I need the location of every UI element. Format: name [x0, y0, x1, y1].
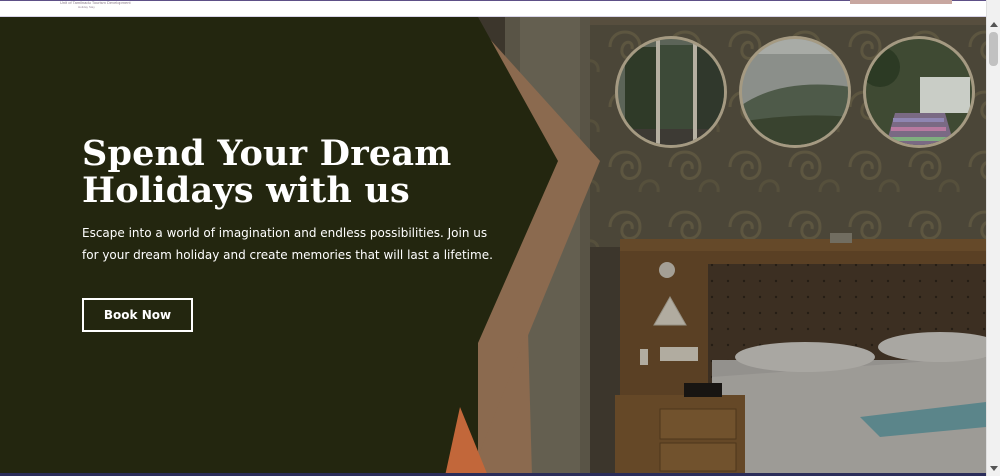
scroll-up-arrow-icon[interactable] [990, 22, 998, 27]
header-cta-button[interactable] [850, 0, 952, 4]
hero-section: Spend Your Dream Holidays with us Escape… [0, 17, 986, 476]
gallery-thumb-2 [739, 36, 851, 148]
hero-title-line-1: Spend Your Dream [82, 133, 452, 174]
header-top-line [0, 0, 986, 1]
hero-title: Spend Your Dream Holidays with us [82, 135, 462, 209]
scrollbar-thumb[interactable] [989, 32, 998, 66]
book-now-button[interactable]: Book Now [82, 298, 193, 332]
hero-title-line-2: Holidays with us [82, 170, 410, 211]
vertical-scrollbar[interactable] [986, 0, 1000, 476]
site-header: Unit of Tamilnadu Tourism Development Ho… [0, 0, 986, 17]
hero-subtitle: Escape into a world of imagination and e… [82, 226, 493, 262]
scroll-down-arrow-icon[interactable] [990, 466, 998, 471]
logo-text[interactable]: Unit of Tamilnadu Tourism Development [60, 1, 131, 5]
logo-subtext: Holiday Stay [78, 5, 95, 9]
